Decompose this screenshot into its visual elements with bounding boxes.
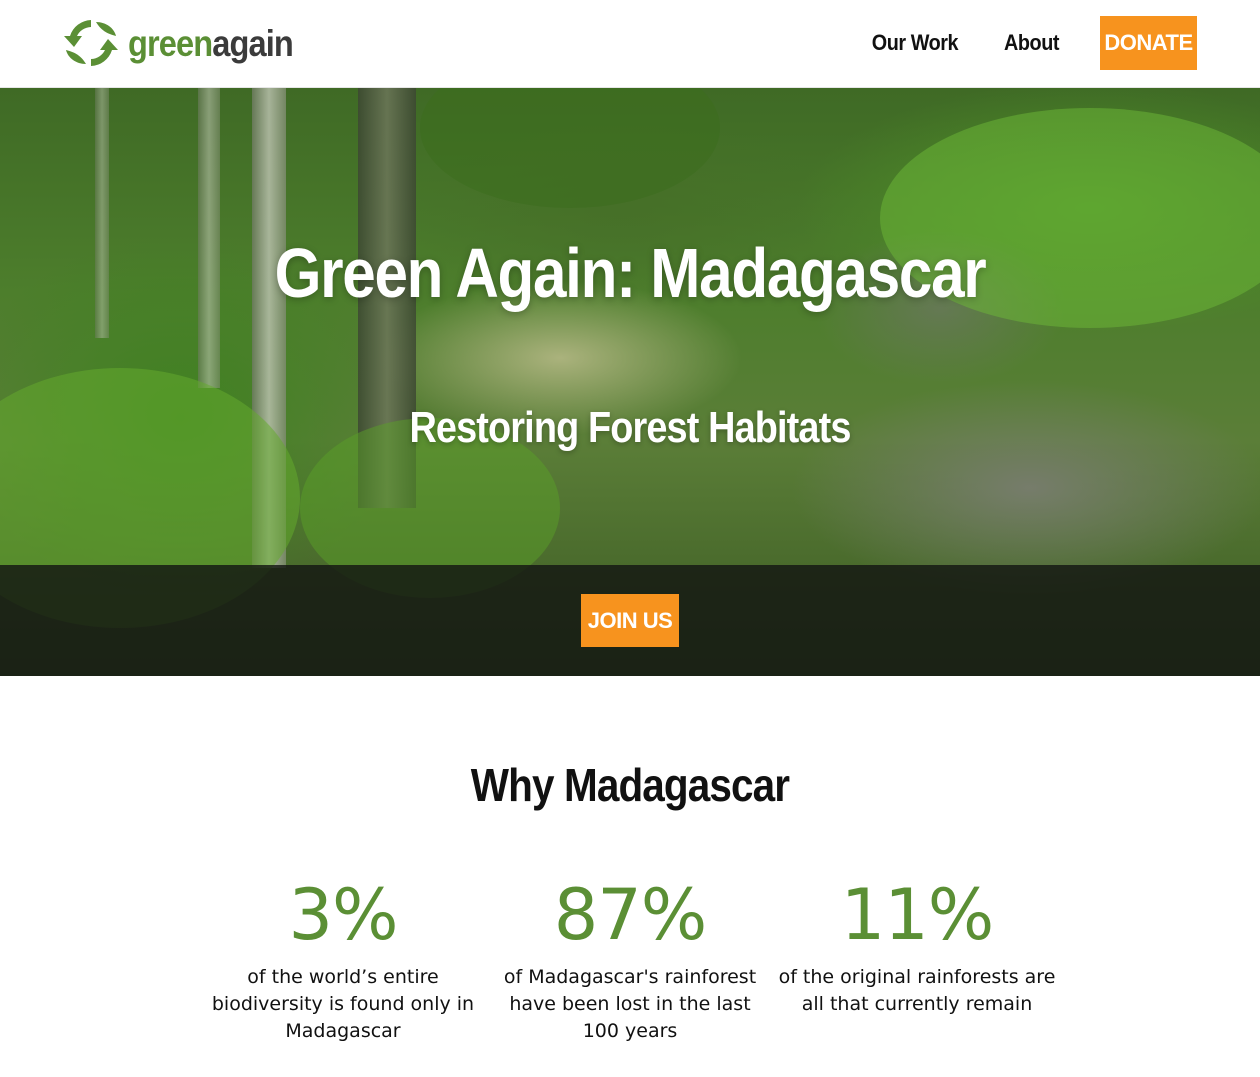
hero-title: Green Again: Madagascar [274,234,987,312]
nav-about[interactable]: About [1004,30,1059,56]
stat-value: 11% [840,874,995,956]
stat-value: 87% [553,874,708,956]
logo-text-green: green [128,22,213,64]
logo[interactable]: greenagain [62,14,315,72]
foliage-decoration [420,88,720,208]
join-bar: JOIN US [0,565,1260,676]
stat-rainforest-lost: 87% of Madagascar's rainforest have been… [485,870,775,1045]
logo-wordmark: greenagain [128,22,294,64]
nav-our-work[interactable]: Our Work [872,30,959,56]
join-us-button[interactable]: JOIN US [581,594,679,647]
hero-section: Green Again: Madagascar Restoring Forest… [0,88,1260,676]
logo-text-dark: again [212,22,294,64]
stat-value: 3% [288,874,398,956]
stat-description: of Madagascar's rainforest have been los… [503,966,757,1042]
site-header: greenagain Our Work About DONATE [0,0,1260,88]
stat-biodiversity: 3% of the world’s entire biodiversity is… [198,870,488,1045]
hero-subtitle: Restoring Forest Habitats [409,403,851,452]
stat-rainforest-remaining: 11% of the original rainforests are all … [772,870,1062,1018]
recycle-leaf-icon [64,20,118,66]
donate-button[interactable]: DONATE [1100,16,1197,70]
stat-description: of the world’s entire biodiversity is fo… [211,966,475,1042]
why-madagascar-heading: Why Madagascar [470,759,790,811]
stat-description: of the original rainforests are all that… [778,966,1056,1015]
main-nav: Our Work About DONATE [867,16,1197,70]
